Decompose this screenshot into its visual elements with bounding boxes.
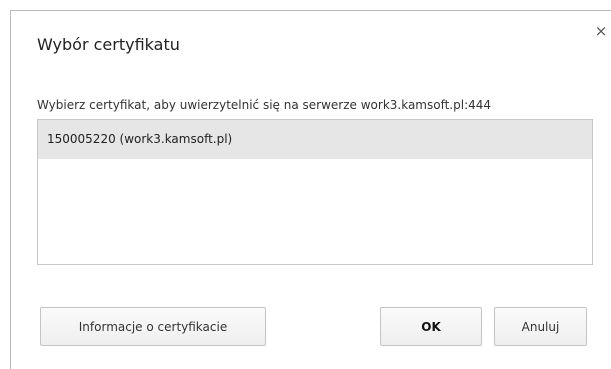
close-icon[interactable]: × xyxy=(593,23,609,39)
certificate-dialog: Wybór certyfikatu × Wybierz certyfikat, … xyxy=(10,10,611,369)
dialog-title: Wybór certyfikatu xyxy=(37,35,180,54)
cancel-button[interactable]: Anuluj xyxy=(494,307,587,346)
certificate-info-button[interactable]: Informacje o certyfikacie xyxy=(40,307,266,346)
dialog-prompt: Wybierz certyfikat, aby uwierzytelnić si… xyxy=(37,98,492,112)
ok-button[interactable]: OK xyxy=(380,307,482,346)
certificate-list: 150005220 (work3.kamsoft.pl) xyxy=(37,119,593,265)
certificate-list-item[interactable]: 150005220 (work3.kamsoft.pl) xyxy=(38,120,592,159)
